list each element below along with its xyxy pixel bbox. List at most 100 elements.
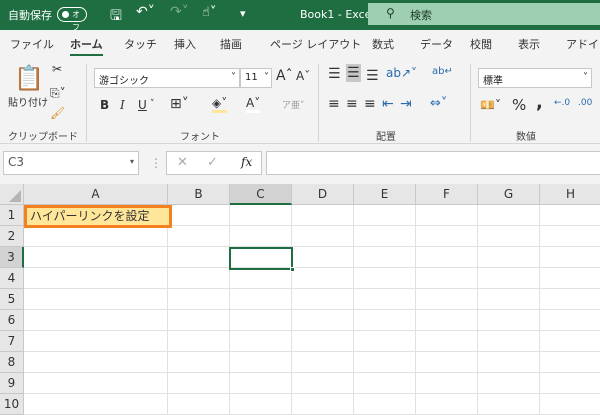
cell-b6[interactable] [168,310,230,331]
cell-h8[interactable] [540,352,600,373]
active-cell-c3[interactable] [229,247,295,272]
cell-d2[interactable] [292,226,354,247]
row-header-3[interactable]: 3 [0,247,24,268]
fill-handle[interactable] [290,267,295,272]
cell-f1[interactable] [416,205,478,226]
cell-c6[interactable] [230,310,292,331]
enter-icon[interactable]: ✓ [207,155,218,170]
increase-decimal-icon[interactable]: ←.0 [554,98,570,108]
cell-e4[interactable] [354,268,416,289]
italic-button[interactable]: I [120,98,125,112]
cell-c5[interactable] [230,289,292,310]
cell-e3[interactable] [354,247,416,268]
cell-b10[interactable] [168,394,230,415]
cell-f8[interactable] [416,352,478,373]
cell-g10[interactable] [478,394,540,415]
tab-file[interactable]: ファイル [10,36,54,52]
row-header-5[interactable]: 5 [0,289,24,310]
cell-h5[interactable] [540,289,600,310]
cell-h4[interactable] [540,268,600,289]
row-header-1[interactable]: 1 [0,205,24,226]
cell-e5[interactable] [354,289,416,310]
accounting-format-icon[interactable]: 💴˅ [480,98,501,112]
align-top-icon[interactable]: ☰ [328,66,341,82]
cell-b1[interactable] [168,205,230,226]
column-header-c[interactable]: C [230,184,292,205]
cell-d6[interactable] [292,310,354,331]
cell-e2[interactable] [354,226,416,247]
row-header-8[interactable]: 8 [0,352,24,373]
cell-b2[interactable] [168,226,230,247]
wrap-text-icon[interactable]: ab↵ [432,66,453,77]
fill-color-icon[interactable]: ◈˅ [212,96,228,113]
underline-dropdown-icon[interactable]: ˅ [150,99,155,109]
row-header-6[interactable]: 6 [0,310,24,331]
align-bottom-icon[interactable]: ☰ [366,68,379,84]
decrease-font-icon[interactable]: Aˇ [296,69,310,83]
cell-b8[interactable] [168,352,230,373]
column-header-h[interactable]: H [540,184,600,205]
column-header-d[interactable]: D [292,184,354,205]
phonetic-icon[interactable]: ア亜˅ [282,98,305,111]
cell-f5[interactable] [416,289,478,310]
cell-b3[interactable] [168,247,230,268]
cell-a9[interactable] [24,373,168,394]
column-header-b[interactable]: B [168,184,230,205]
copy-icon[interactable]: ⎘˅ [50,86,66,101]
underline-button[interactable]: U [138,98,147,112]
cell-a4[interactable] [24,268,168,289]
cell-d9[interactable] [292,373,354,394]
cell-f4[interactable] [416,268,478,289]
row-header-2[interactable]: 2 [0,226,24,247]
bold-button[interactable]: B [100,98,109,112]
formula-input[interactable] [266,151,600,175]
cell-d1[interactable] [292,205,354,226]
cell-c7[interactable] [230,331,292,352]
cell-b9[interactable] [168,373,230,394]
cell-d8[interactable] [292,352,354,373]
cell-f10[interactable] [416,394,478,415]
cell-g9[interactable] [478,373,540,394]
cell-a2[interactable] [24,226,168,247]
cell-c10[interactable] [230,394,292,415]
align-right-icon[interactable]: ≡ [364,96,376,112]
align-center-icon[interactable]: ≡ [346,96,358,112]
autosave-toggle[interactable]: オフ [57,7,87,32]
cell-a3[interactable] [24,247,168,268]
row-header-9[interactable]: 9 [0,373,24,394]
column-header-g[interactable]: G [478,184,540,205]
merge-center-icon[interactable]: ⇔˅ [430,96,447,111]
comma-button[interactable]: , [536,92,543,113]
cell-f7[interactable] [416,331,478,352]
cell-e10[interactable] [354,394,416,415]
borders-icon[interactable]: ⊞˅ [170,96,189,112]
tab-draw[interactable]: 描画 [220,36,242,52]
cell-c8[interactable] [230,352,292,373]
cell-b7[interactable] [168,331,230,352]
select-all-corner[interactable] [0,184,24,205]
name-box[interactable]: C3 ▾ [3,151,139,175]
cell-g4[interactable] [478,268,540,289]
tab-insert[interactable]: 挿入 [174,36,196,52]
column-header-e[interactable]: E [354,184,416,205]
tab-formulas[interactable]: 数式 [372,36,394,52]
number-format-select[interactable]: 標準 ˅ [478,68,592,88]
cell-g5[interactable] [478,289,540,310]
increase-font-icon[interactable]: Aˆ [276,68,293,84]
tab-page-layout[interactable]: ページ レイアウト [270,36,361,52]
font-name-select[interactable]: 游ゴシック ˅ [94,68,240,88]
undo-icon[interactable]: ↶˅ [136,4,155,20]
cell-f6[interactable] [416,310,478,331]
cell-b4[interactable] [168,268,230,289]
search-box[interactable]: ⚲ 検索 [368,3,600,25]
cell-c9[interactable] [230,373,292,394]
tab-review[interactable]: 校閲 [470,36,492,52]
cell-d3[interactable] [292,247,354,268]
paste-button[interactable]: 貼り付け [8,94,48,109]
cell-d10[interactable] [292,394,354,415]
decrease-decimal-icon[interactable]: .00 [578,98,592,108]
row-header-10[interactable]: 10 [0,394,24,415]
cell-c1[interactable] [230,205,292,226]
cell-e1[interactable] [354,205,416,226]
cell-g3[interactable] [478,247,540,268]
